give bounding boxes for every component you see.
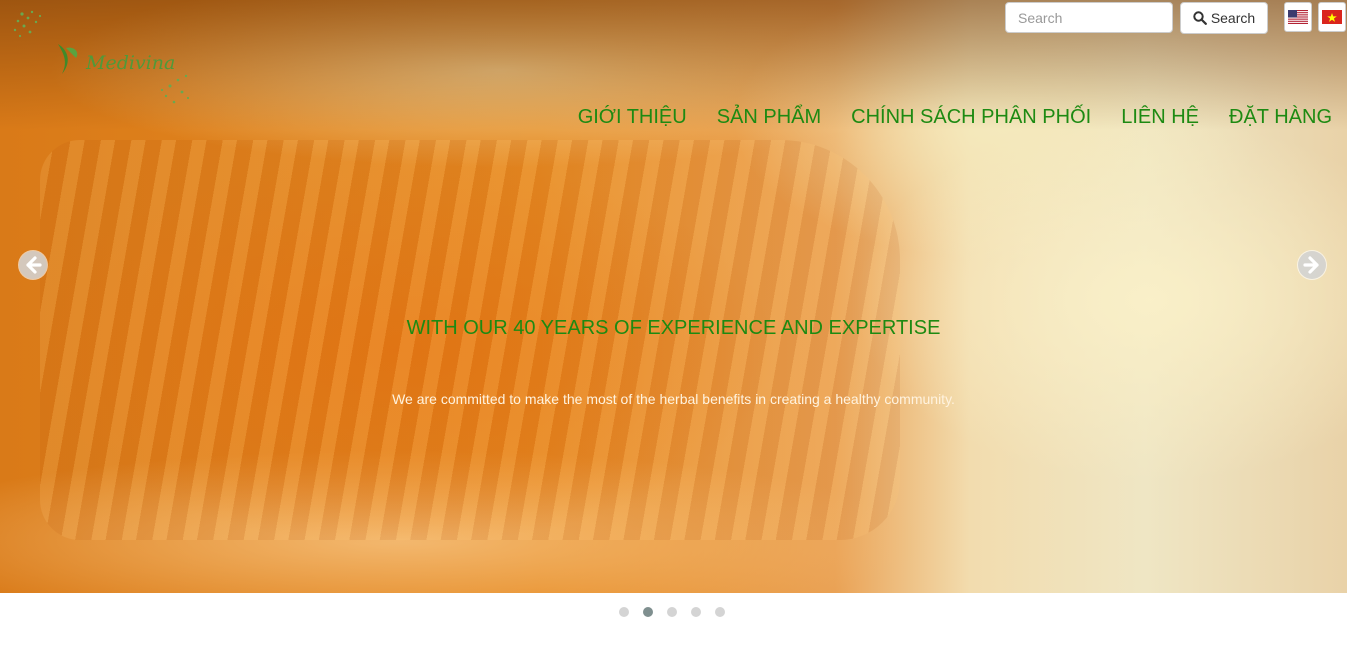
carousel-indicator-dot[interactable] (667, 607, 677, 617)
carousel-indicator-dot[interactable] (619, 607, 629, 617)
language-english-button[interactable] (1284, 2, 1312, 32)
hero-carousel: Medivina Search GIỚI THIỆU SẢN PHẨM CHÍN… (0, 0, 1347, 593)
arrow-left-circle-icon (19, 251, 47, 279)
hero-image-honeycomb (40, 140, 900, 540)
search-input[interactable] (1005, 2, 1173, 33)
carousel-prev-button[interactable] (18, 250, 48, 280)
carousel-caption-title: WITH OUR 40 YEARS OF EXPERIENCE AND EXPE… (406, 317, 941, 339)
nav-item-gioi-thieu[interactable]: GIỚI THIỆU (578, 106, 687, 129)
nav-item-lien-he[interactable]: LIÊN HỆ (1121, 106, 1199, 129)
carousel-indicator-dot[interactable] (715, 607, 725, 617)
search-button[interactable]: Search (1180, 2, 1268, 34)
carousel-indicators (619, 607, 725, 617)
language-vietnamese-button[interactable] (1318, 2, 1346, 32)
main-nav: GIỚI THIỆU SẢN PHẨM CHÍNH SÁCH PHÂN PHỐI… (578, 106, 1332, 129)
carousel-next-button[interactable] (1297, 250, 1327, 280)
site-logo[interactable]: Medivina (10, 6, 195, 110)
search-button-label: Search (1210, 10, 1256, 26)
logo-text: Medivina (86, 52, 176, 74)
nav-item-san-pham[interactable]: SẢN PHẨM (717, 106, 821, 129)
nav-item-dat-hang[interactable]: ĐẶT HÀNG (1229, 106, 1332, 129)
us-flag-icon (1288, 10, 1308, 24)
carousel-caption-subtitle: We are committed to make the most of the… (392, 391, 955, 407)
nav-item-chinh-sach-phan-phoi[interactable]: CHÍNH SÁCH PHÂN PHỐI (851, 106, 1091, 129)
search-icon (1193, 11, 1207, 25)
carousel-indicator-dot[interactable] (643, 607, 653, 617)
arrow-right-circle-icon (1298, 251, 1326, 279)
vietnam-flag-icon (1322, 10, 1342, 24)
carousel-indicator-dot[interactable] (691, 607, 701, 617)
